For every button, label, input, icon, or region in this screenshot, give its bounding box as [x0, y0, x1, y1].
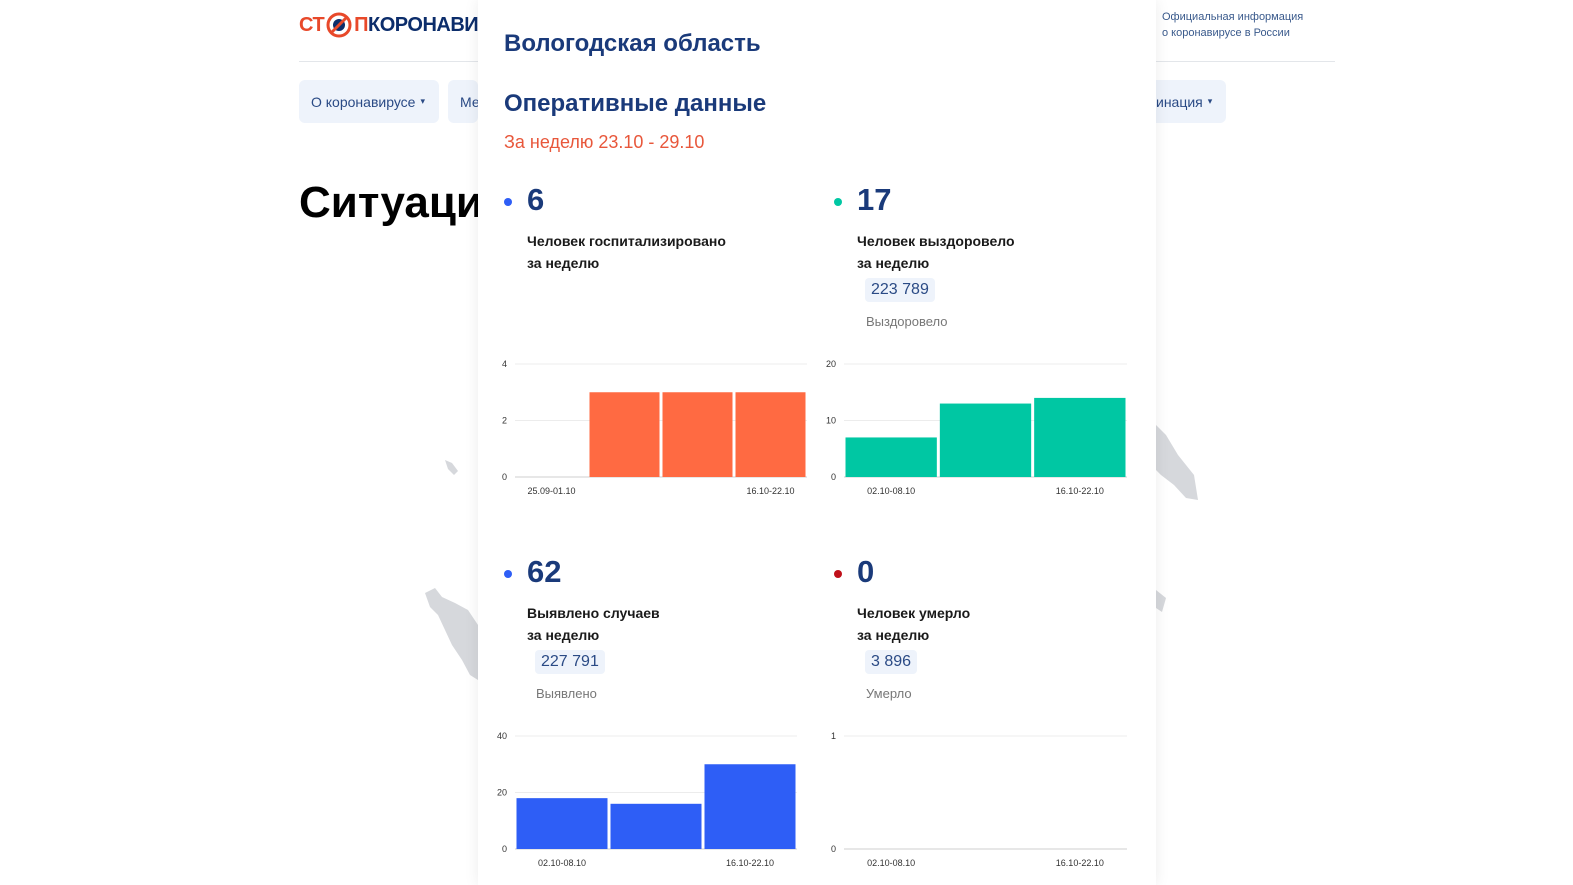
nav-about-coronavirus[interactable]: О коронавирусе ▾	[299, 80, 439, 123]
cases-total-label: Выявлено	[536, 686, 597, 701]
y-tick-label: 10	[826, 416, 836, 426]
x-tick-label: 16.10-22.10	[746, 486, 794, 496]
bullet-dot	[504, 570, 512, 578]
nav-measures[interactable]: Ме	[448, 80, 478, 123]
deaths-count: 0	[857, 554, 875, 589]
site-logo[interactable]: СТ П КОРОНАВИ	[299, 8, 479, 42]
bullet-dot	[834, 198, 842, 206]
recovered-total: 223 789	[865, 278, 935, 302]
hospitalized-chart: 0 2 4 25.09-01.10 16.10-22.10	[502, 359, 807, 496]
y-tick-label: 1	[831, 731, 836, 741]
recovered-desc: Человек выздоровело за неделю	[857, 230, 1097, 274]
y-tick-label: 0	[502, 472, 507, 482]
x-tick-label: 16.10-22.10	[726, 858, 774, 868]
page-headline: Ситуаци	[299, 178, 483, 227]
deaths-chart: 0 1 02.10-08.10 16.10-22.10	[831, 731, 1127, 868]
y-tick-label: 0	[831, 844, 836, 854]
deaths-desc-line2: за неделю	[857, 627, 930, 643]
nav-vaccination[interactable]: инация ▾	[1156, 80, 1226, 123]
region-title: Вологодская область	[504, 30, 761, 57]
cases-desc: Выявлено случаев за неделю	[527, 602, 767, 646]
hospitalized-desc-line1: Человек госпитализировано	[527, 233, 726, 249]
y-tick-label: 2	[502, 416, 507, 426]
official-line-1: Официальная информация	[1162, 11, 1304, 23]
deaths-desc: Человек умерло за неделю	[857, 602, 1097, 646]
nav-about-label: О коронавирусе	[311, 93, 416, 110]
deaths-total-label: Умерло	[866, 686, 912, 701]
logo-text-koronavirus: КОРОНАВИ	[368, 13, 479, 36]
logo-text-p: П	[354, 13, 369, 36]
official-line-2: о коронавирусе в России	[1162, 27, 1290, 39]
bar	[1034, 397, 1126, 477]
bar	[610, 803, 702, 849]
logo-text-st: СТ	[299, 13, 325, 36]
stat-deaths: 0 Человек умерло за неделю 3 896 Умерло	[834, 552, 1134, 712]
x-tick-label: 16.10-22.10	[1056, 858, 1104, 868]
cases-desc-line2: за неделю	[527, 627, 600, 643]
official-info-link[interactable]: Официальная информация о коронавирусе в …	[1162, 9, 1322, 41]
bar	[704, 764, 796, 849]
recovered-chart: 0 10 20 02.10-08.10 16.10-22.10	[826, 359, 1127, 496]
cases-count: 62	[527, 554, 562, 589]
recovered-count: 17	[857, 182, 892, 217]
y-tick-label: 0	[831, 472, 836, 482]
deaths-desc-line1: Человек умерло	[857, 605, 971, 621]
x-tick-label: 02.10-08.10	[867, 486, 915, 496]
stat-cases: 62 Выявлено случаев за неделю 227 791 Вы…	[504, 552, 804, 712]
stat-recovered: 17 Человек выздоровело за неделю 223 789…	[834, 180, 1134, 340]
virus-icon	[326, 12, 352, 38]
hospitalized-count: 6	[527, 182, 545, 217]
y-tick-label: 4	[502, 359, 507, 369]
y-tick-label: 20	[497, 788, 507, 798]
bar	[589, 392, 660, 477]
bullet-dot	[504, 198, 512, 206]
cases-total: 227 791	[535, 650, 605, 674]
region-modal: Вологодская область Оперативные данные З…	[478, 0, 1156, 885]
bullet-dot	[834, 570, 842, 578]
section-title: Оперативные данные	[504, 90, 767, 117]
recovered-desc-line1: Человек выздоровело	[857, 233, 1015, 249]
stat-hospitalized: 6 Человек госпитализировано за неделю	[504, 180, 804, 280]
period-label: За неделю 23.10 - 29.10	[504, 132, 705, 152]
nav-vaccination-label: инация	[1156, 93, 1203, 110]
y-tick-label: 0	[502, 844, 507, 854]
cases-chart: 0 20 40 02.10-08.10 16.10-22.10	[497, 731, 797, 868]
map-fragment	[425, 588, 478, 680]
y-tick-label: 20	[826, 359, 836, 369]
hospitalized-desc: Человек госпитализировано за неделю	[527, 230, 767, 274]
bar	[735, 392, 806, 477]
cases-desc-line1: Выявлено случаев	[527, 605, 660, 621]
chevron-down-icon: ▾	[1207, 96, 1213, 106]
bar	[845, 437, 937, 477]
bar	[939, 403, 1032, 477]
x-tick-label: 02.10-08.10	[538, 858, 586, 868]
x-tick-label: 16.10-22.10	[1056, 486, 1104, 496]
recovered-total-label: Выздоровело	[866, 314, 948, 329]
map-fragment	[445, 460, 458, 475]
hospitalized-desc-line2: за неделю	[527, 255, 600, 271]
chevron-down-icon: ▾	[420, 96, 425, 106]
x-tick-label: 02.10-08.10	[867, 858, 915, 868]
map-fragment	[1156, 425, 1198, 612]
bar	[516, 798, 608, 849]
deaths-total: 3 896	[865, 650, 918, 674]
x-tick-label: 25.09-01.10	[527, 486, 575, 496]
bar	[662, 392, 733, 477]
recovered-desc-line2: за неделю	[857, 255, 930, 271]
y-tick-label: 40	[497, 731, 507, 741]
nav-measures-label: Ме	[460, 93, 478, 110]
